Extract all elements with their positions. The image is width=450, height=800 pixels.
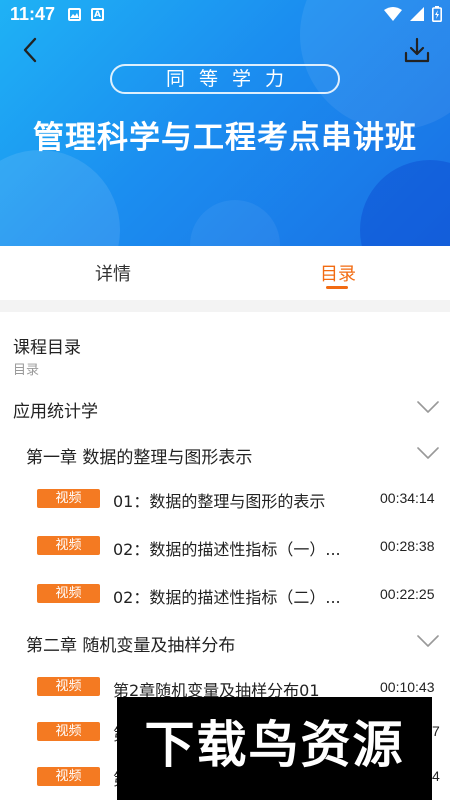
lesson-title[interactable]: 02：数据的描述性指标（二）... — [113, 584, 341, 608]
a-app-icon: A — [91, 8, 104, 21]
lesson-duration: 00:28:38 — [380, 538, 435, 554]
lesson-duration: 4 — [432, 768, 440, 784]
video-badge: 视频 — [37, 489, 100, 508]
chapter-row[interactable]: 第一章 数据的整理与图形表示 — [26, 443, 252, 468]
banner-decoration — [190, 200, 280, 246]
subject-row[interactable]: 应用统计学 — [13, 397, 98, 422]
video-badge: 视频 — [37, 677, 100, 696]
back-arrow-icon[interactable] — [18, 36, 46, 64]
course-banner: 11:47 A 同等学力 管理科学与工程考点串讲班 — [0, 0, 450, 246]
course-type-pill: 同等学力 — [110, 64, 340, 94]
lesson-duration: 00:10:43 — [380, 679, 435, 695]
battery-icon — [432, 6, 442, 22]
signal-icon — [410, 7, 424, 21]
course-title: 管理科学与工程考点串讲班 — [33, 120, 417, 156]
chevron-down-icon[interactable] — [417, 400, 439, 414]
lesson-title[interactable]: 02：数据的描述性指标（一）... — [113, 536, 341, 560]
lesson-duration: 7 — [432, 723, 440, 739]
chevron-down-icon[interactable] — [417, 446, 439, 460]
video-badge: 视频 — [37, 767, 100, 786]
tab-catalog[interactable]: 目录 — [320, 260, 356, 286]
lesson-duration: 00:22:25 — [380, 586, 435, 602]
wifi-icon — [384, 7, 402, 21]
status-bar: 11:47 A — [0, 0, 450, 30]
download-icon[interactable] — [402, 36, 432, 66]
status-time: 11:47 — [10, 4, 56, 24]
chapter-row[interactable]: 第二章 随机变量及抽样分布 — [26, 631, 235, 656]
lesson-duration: 00:34:14 — [380, 490, 435, 506]
active-tab-indicator — [326, 286, 348, 289]
image-icon — [68, 8, 81, 21]
tab-bar: 详情 目录 — [0, 246, 450, 300]
catalog-subtitle: 目录 — [13, 363, 40, 378]
video-badge: 视频 — [37, 536, 100, 555]
tab-details[interactable]: 详情 — [95, 260, 131, 286]
banner-decoration — [0, 150, 120, 246]
video-badge: 视频 — [37, 722, 100, 741]
watermark-overlay: 下载鸟资源 — [117, 697, 432, 800]
section-divider — [0, 300, 450, 312]
catalog-title: 课程目录 — [13, 338, 81, 358]
lesson-title[interactable]: 01：数据的整理与图形的表示 — [113, 488, 325, 512]
banner-decoration — [360, 160, 450, 246]
chevron-down-icon[interactable] — [417, 634, 439, 648]
video-badge: 视频 — [37, 584, 100, 603]
